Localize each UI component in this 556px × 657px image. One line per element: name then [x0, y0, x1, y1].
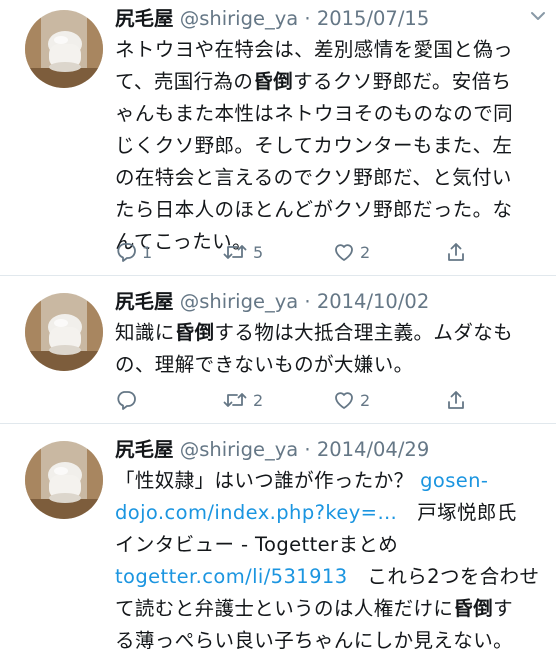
retweet-button[interactable]: 5	[222, 237, 263, 267]
retweet-icon	[222, 241, 248, 263]
like-count: 2	[360, 242, 371, 262]
retweet-count: 5	[253, 242, 264, 262]
tweet-text-segment: て読むと弁護士というのは人権だけに	[115, 597, 454, 620]
tweet-text-segment: 戸塚悦郎氏	[397, 501, 517, 524]
tweet-text-segment: するクソ野郎だ。安倍ち	[293, 70, 512, 93]
reply-button[interactable]: 1	[115, 237, 152, 267]
share-icon	[445, 241, 467, 263]
heart-icon	[333, 389, 355, 411]
tweet-text-segment: じくクソ野郎。そしてカウンターもまた、左	[115, 134, 513, 157]
display-name[interactable]: 尻毛屋	[115, 290, 174, 313]
chevron-down-icon[interactable]	[528, 6, 548, 26]
tweet-text-line: 「性奴隷」はいつ誰が作ったか？ gosen-	[115, 465, 544, 497]
tweet-text-segment: て、売国行為の	[115, 70, 254, 93]
tweet-text: 「性奴隷」はいつ誰が作ったか？ gosen-dojo.com/index.php…	[115, 465, 544, 657]
user-handle[interactable]: @shirige_ya	[180, 290, 299, 313]
tweet-header: 尻毛屋 @shirige_ya · 2014/10/02	[115, 287, 544, 317]
tweet-text-line: togetter.com/li/531913 これら2つを合わせ	[115, 561, 544, 593]
retweet-icon	[222, 389, 248, 411]
share-button[interactable]	[445, 385, 467, 415]
tweet-text-line: る薄っぺらい良い子ちゃんにしか見えない。	[115, 625, 544, 657]
display-name[interactable]: 尻毛屋	[115, 7, 174, 30]
tweet-actions: 2 2	[115, 385, 535, 415]
avatar[interactable]	[25, 441, 103, 519]
tweet-date[interactable]: 2014/10/02	[317, 290, 429, 313]
user-handle[interactable]: @shirige_ya	[180, 7, 299, 30]
tweet-text-segment: 「性奴隷」はいつ誰が作ったか？	[115, 469, 421, 492]
tweet-header: 尻毛屋 @shirige_ya · 2015/07/15	[115, 4, 544, 34]
reply-button[interactable]	[115, 385, 142, 415]
tweet-text-line: たら日本人のほとんどがクソ野郎だった。な	[115, 194, 544, 226]
tweet-highlight: 昏倒	[253, 70, 294, 93]
tweet-text-line: の在特会と言えるのでクソ野郎だ、と気付い	[115, 162, 544, 194]
tweet-text-segment: インタビュー - Togetterまとめ	[115, 533, 399, 556]
tweet-link[interactable]: dojo.com/index.php?key=…	[115, 501, 397, 524]
tweet-text-line: て読むと弁護士というのは人権だけに昏倒す	[115, 593, 544, 625]
tweet-text-segment: 知識に	[115, 321, 175, 344]
tweet-text-segment: たら日本人のほとんどがクソ野郎だった。な	[115, 198, 513, 221]
tweet-text-line: ゃんもまた本性はネトウヨそのものなので同	[115, 98, 544, 130]
tweet-text: 知識に昏倒する物は大抵合理主義。ムダなもの、理解できないものが大嫌い。	[115, 317, 544, 381]
like-button[interactable]: 2	[333, 237, 370, 267]
like-count: 2	[360, 390, 371, 410]
avatar[interactable]	[25, 10, 103, 88]
tweet-text-line: て、売国行為の昏倒するクソ野郎だ。安倍ち	[115, 66, 544, 98]
tweet-text-segment: ゃんもまた本性はネトウヨそのものなので同	[115, 102, 514, 125]
tweet-date[interactable]: 2014/04/29	[317, 438, 429, 461]
tweet-highlight: 昏倒	[453, 597, 494, 620]
tweet-text-line: じくクソ野郎。そしてカウンターもまた、左	[115, 130, 544, 162]
tweet[interactable]: 尻毛屋 @shirige_ya · 2014/10/02 知識に昏倒する物は大抵…	[0, 277, 556, 424]
retweet-count: 2	[253, 390, 264, 410]
tweet-text: ネトウヨや在特会は、差別感情を愛国と偽っ て、売国行為の昏倒するクソ野郎だ。安倍ち…	[115, 34, 544, 258]
share-icon	[445, 389, 467, 411]
heart-icon	[333, 241, 355, 263]
tweet-text-segment: ネトウヨや在特会は、差別感情を愛国と偽っ	[115, 38, 514, 61]
separator-dot: ·	[304, 7, 311, 30]
tweet-text-line: ネトウヨや在特会は、差別感情を愛国と偽っ	[115, 34, 544, 66]
separator-dot: ·	[304, 438, 311, 461]
separator-dot: ·	[304, 290, 311, 313]
tweet-text-line: インタビュー - Togetterまとめ	[115, 529, 544, 561]
reply-icon	[115, 241, 137, 263]
reply-count: 1	[142, 242, 153, 262]
avatar[interactable]	[25, 293, 103, 371]
reply-icon	[115, 389, 137, 411]
tweet-actions: 1 5 2	[115, 237, 535, 267]
tweet-text-segment: る薄っぺらい良い子ちゃんにしか見えない。	[115, 629, 514, 652]
tweet-header: 尻毛屋 @shirige_ya · 2014/04/29	[115, 435, 544, 465]
retweet-button[interactable]: 2	[222, 385, 263, 415]
tweet-text-segment: する物は大抵合理主義。ムダなも	[214, 321, 514, 344]
display-name[interactable]: 尻毛屋	[115, 438, 174, 461]
tweet-text-line: 知識に昏倒する物は大抵合理主義。ムダなも	[115, 317, 544, 349]
tweet-text-line: dojo.com/index.php?key=… 戸塚悦郎氏	[115, 497, 544, 529]
tweet-text-segment: の、理解できないものが大嫌い。	[115, 353, 414, 376]
tweet-text-line: の、理解できないものが大嫌い。	[115, 349, 544, 381]
tweet-link[interactable]: gosen-	[420, 469, 488, 492]
tweet[interactable]: 尻毛屋 @shirige_ya · 2014/04/29 「性奴隷」はいつ誰が作…	[0, 425, 556, 652]
user-handle[interactable]: @shirige_ya	[180, 438, 299, 461]
tweet[interactable]: 尻毛屋 @shirige_ya · 2015/07/15 ネトウヨや在特会は、差…	[0, 0, 556, 276]
share-button[interactable]	[445, 237, 467, 267]
tweet-date[interactable]: 2015/07/15	[317, 7, 429, 30]
tweet-text-segment: す	[493, 597, 514, 620]
like-button[interactable]: 2	[333, 385, 370, 415]
tweet-text-segment: これら2つを合わせ	[347, 565, 540, 588]
tweet-text-segment: の在特会と言えるのでクソ野郎だ、と気付い	[115, 166, 512, 189]
tweet-highlight: 昏倒	[174, 321, 215, 344]
tweet-link[interactable]: togetter.com/li/531913	[115, 565, 348, 588]
